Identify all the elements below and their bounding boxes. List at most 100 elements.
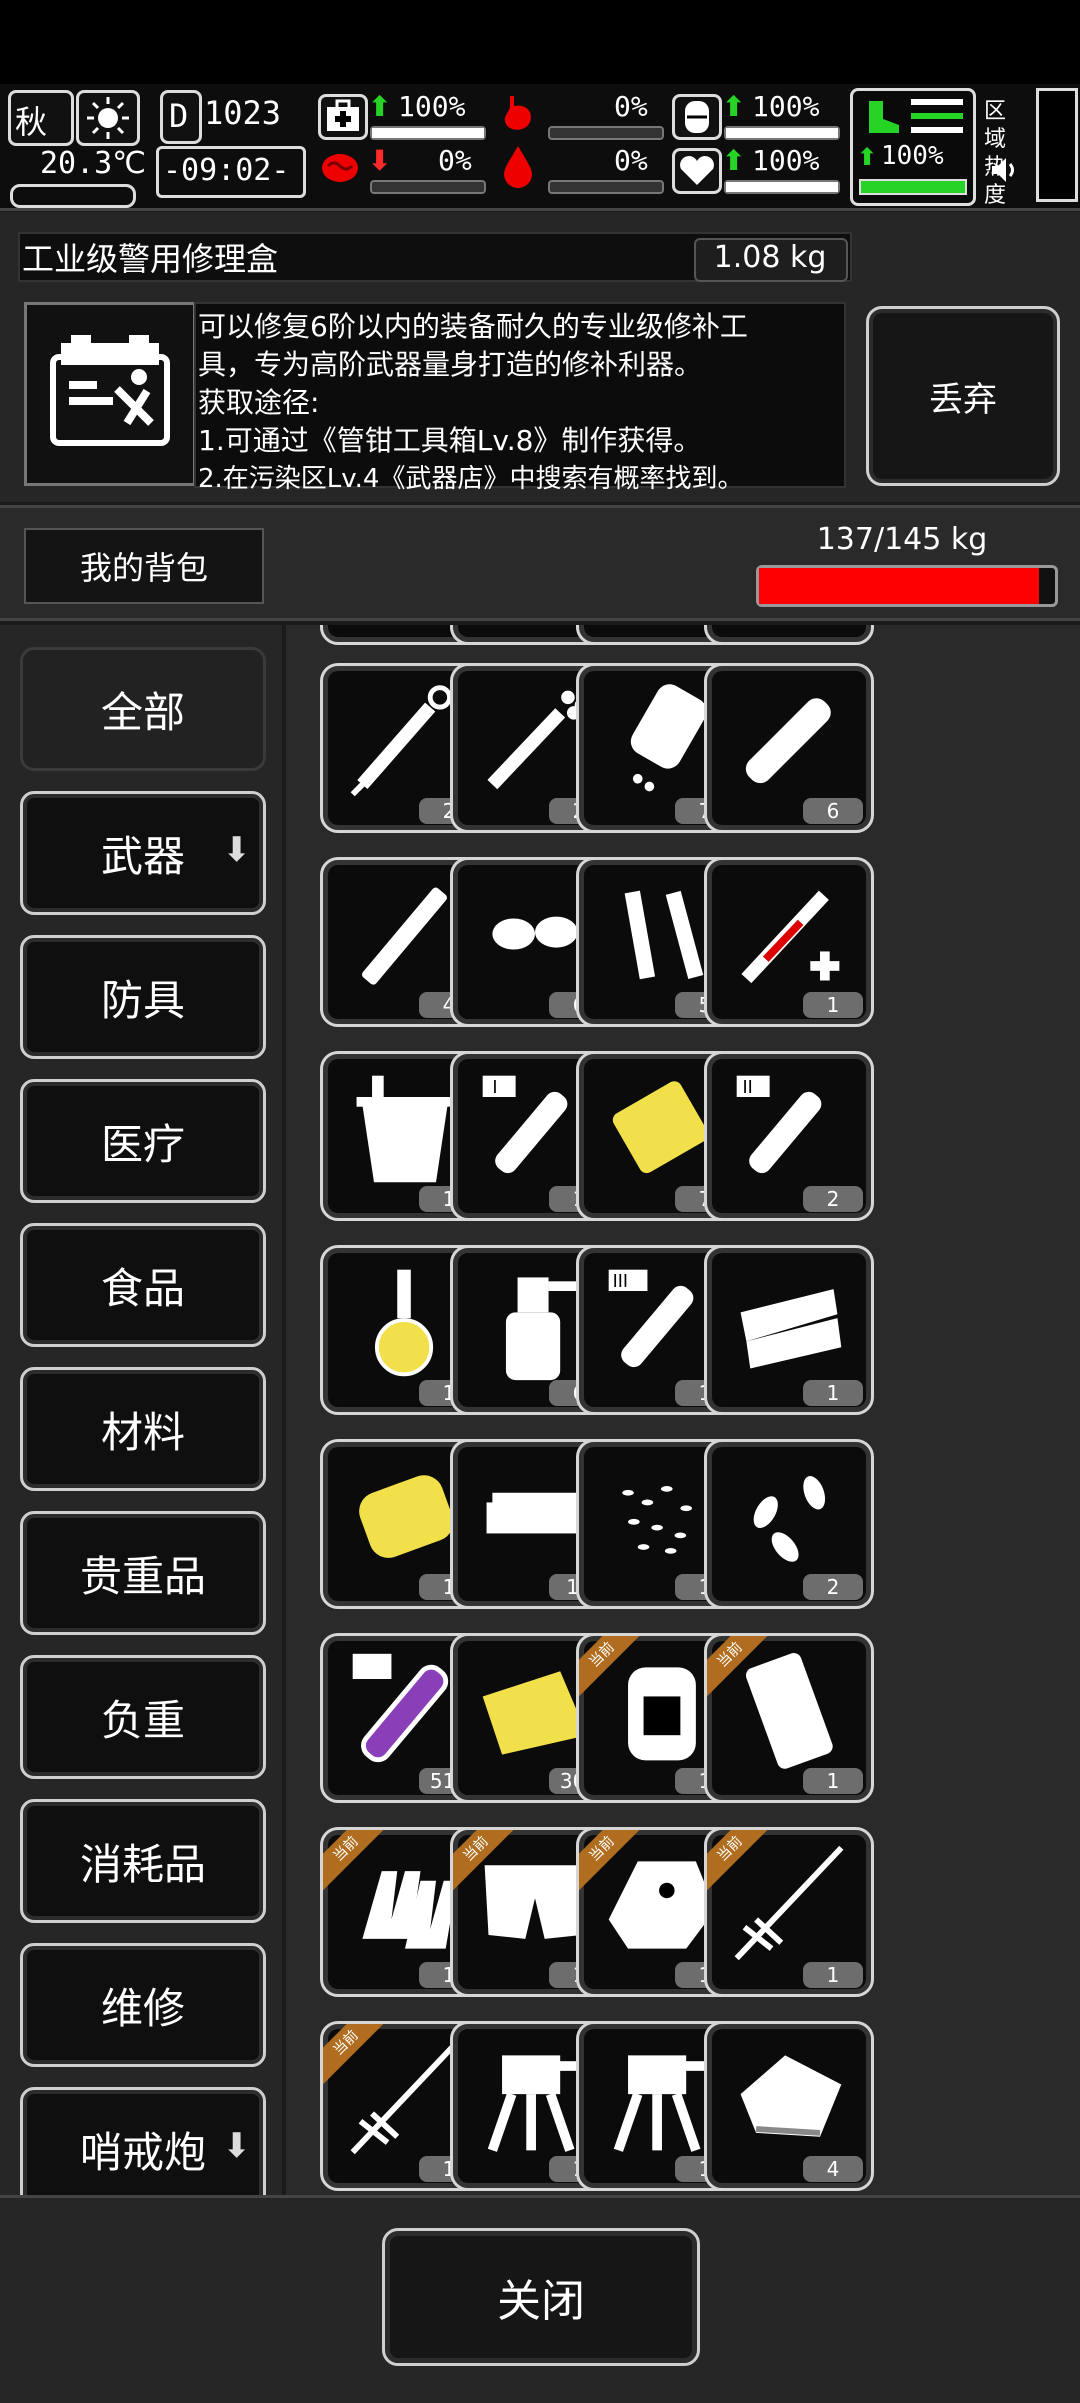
item-weight: 1.08 kg xyxy=(713,240,827,275)
down-arrow-icon: ⬇ xyxy=(368,144,392,177)
inventory-slot[interactable]: 当前 1 xyxy=(704,1633,874,1803)
category-materials[interactable]: 材料 xyxy=(20,1367,266,1491)
discard-button[interactable]: 丢弃 xyxy=(866,306,1060,486)
speaker-icon[interactable] xyxy=(988,154,1020,186)
category-weapons[interactable]: 武器 ⬇ xyxy=(20,791,266,915)
season-label: 秋 xyxy=(15,103,48,141)
item-count: 1 xyxy=(803,1962,863,1988)
equipped-label: 当前 xyxy=(579,1830,651,1898)
brain-percent: 0% xyxy=(438,144,472,177)
equipped-label: 当前 xyxy=(707,1636,779,1704)
category-label: 维修 xyxy=(100,1983,185,2033)
category-label: 哨戒炮 xyxy=(79,2127,206,2177)
category-armor[interactable]: 防具 xyxy=(20,935,266,1059)
shield-icon xyxy=(672,94,722,140)
description-line: 可以修复6阶以内的装备耐久的专业级修补工 xyxy=(198,310,748,343)
inventory-slot[interactable]: 1 xyxy=(704,1245,874,1415)
inventory-grid[interactable]: 227646511I17II216III1111912516309当前1当前1当… xyxy=(286,625,1080,2195)
inventory-slot[interactable]: II 2 xyxy=(704,1051,874,1221)
bag-weight-bar xyxy=(756,565,1058,607)
tape-roll-icon xyxy=(740,1289,842,1369)
sunflower-seeds-icon xyxy=(753,1476,826,1562)
inventory-slot[interactable]: 4 xyxy=(704,2021,874,2191)
category-food[interactable]: 食品 xyxy=(20,1223,266,1347)
heart-bar xyxy=(724,180,840,194)
equipped-label: 当前 xyxy=(323,2024,395,2092)
category-label: 贵重品 xyxy=(79,1551,206,1601)
equipped-ribbon: 当前 xyxy=(579,1636,651,1704)
svg-text:I: I xyxy=(492,1078,497,1098)
item-description: 可以修复6阶以内的装备耐久的专业级修补工 具，专为高阶武器量身打造的修补利器。 … xyxy=(194,302,846,494)
thermometer-icon xyxy=(10,184,136,208)
inventory-slot[interactable] xyxy=(704,625,874,645)
close-button[interactable]: 关闭 xyxy=(382,2228,700,2366)
description-line: 1.可通过《管钳工具箱Lv.8》制作获得。 xyxy=(198,424,702,457)
category-consumables[interactable]: 消耗品 xyxy=(20,1799,266,1923)
up-arrow-icon: ⬆ xyxy=(368,90,392,123)
category-load[interactable]: 负重 xyxy=(20,1655,266,1779)
equipped-ribbon: 当前 xyxy=(707,1636,779,1704)
season-badge: 秋 xyxy=(8,90,74,146)
down-arrow-icon: ⬇ xyxy=(222,2126,252,2166)
repair-kit-icon xyxy=(24,302,196,486)
health-percent: 100% xyxy=(398,90,466,123)
brain-bar xyxy=(370,180,486,194)
day-counter: 1023 xyxy=(204,94,282,132)
temperature-readout: 20.3℃ xyxy=(40,146,146,181)
shield-percent: 100% xyxy=(752,90,820,123)
category-all[interactable]: 全部 xyxy=(20,647,266,771)
item-count: 1 xyxy=(803,1380,863,1406)
equipped-ribbon: 当前 xyxy=(323,2024,395,2092)
up-arrow-icon: ⬆ xyxy=(722,144,746,177)
inventory-slot[interactable]: 6 xyxy=(704,663,874,833)
inventory-slot[interactable]: 1 xyxy=(704,857,874,1027)
category-repair[interactable]: 维修 xyxy=(20,1943,266,2067)
description-line: 2.在污染区Lv.4《武器店》中搜索有概率找到。 xyxy=(198,464,744,494)
category-sidebar[interactable]: 全部 武器 ⬇ 防具 医疗 食品 材料 贵重品 负重 消耗品 维修 哨戒炮 ⬇ xyxy=(0,625,282,2195)
stamina-box: ⬆ 100% xyxy=(850,88,976,206)
stamina-percent: 100% xyxy=(881,141,944,171)
blood-percent: 0% xyxy=(614,144,648,177)
equipped-label: 当前 xyxy=(453,1830,525,1898)
bandage-roll-icon xyxy=(745,698,831,784)
medkit-icon xyxy=(318,94,368,140)
category-label: 全部 xyxy=(100,687,185,737)
stomach-bar xyxy=(548,126,664,140)
category-label: 医疗 xyxy=(100,1119,185,1169)
equipped-label: 当前 xyxy=(579,1636,651,1704)
equipped-label: 当前 xyxy=(707,1830,779,1898)
item-name: 工业级警用修理盒 xyxy=(22,240,279,278)
up-arrow-icon: ⬆ xyxy=(857,143,878,171)
category-label: 食品 xyxy=(100,1263,185,1313)
equipped-label: 当前 xyxy=(323,1830,395,1898)
meat-chunk-icon xyxy=(740,2055,842,2137)
inventory-slot[interactable]: 当前 1 xyxy=(704,1827,874,1997)
stomach-icon xyxy=(496,92,540,136)
item-count: 6 xyxy=(803,798,863,824)
sun-icon xyxy=(76,90,140,146)
med-syringe-icon xyxy=(741,890,840,984)
svg-text:II: II xyxy=(743,1078,753,1098)
item-count: 1 xyxy=(803,1768,863,1794)
equipped-ribbon: 当前 xyxy=(323,1830,395,1898)
heart-icon xyxy=(672,148,722,194)
blood-bar xyxy=(548,180,664,194)
category-sentry[interactable]: 哨戒炮 ⬇ xyxy=(20,2087,266,2195)
item-count: 4 xyxy=(803,2156,863,2182)
down-arrow-icon: ⬇ xyxy=(222,830,252,870)
equipped-ribbon: 当前 xyxy=(579,1830,651,1898)
equipped-ribbon: 当前 xyxy=(453,1830,525,1898)
calendar-icon: D xyxy=(160,90,202,144)
item-count: 2 xyxy=(803,1574,863,1600)
inventory-slot[interactable]: 2 xyxy=(704,1439,874,1609)
category-valuables[interactable]: 贵重品 xyxy=(20,1511,266,1635)
health-bar xyxy=(370,126,486,140)
category-medical[interactable]: 医疗 xyxy=(20,1079,266,1203)
brain-icon xyxy=(318,146,362,190)
stamina-bar xyxy=(859,179,967,195)
test-tube-2-icon: II xyxy=(736,1075,822,1174)
description-line: 获取途径: xyxy=(198,386,320,419)
blood-drop-icon xyxy=(500,144,536,190)
stomach-percent: 0% xyxy=(614,90,648,123)
equipped-ribbon: 当前 xyxy=(707,1830,779,1898)
